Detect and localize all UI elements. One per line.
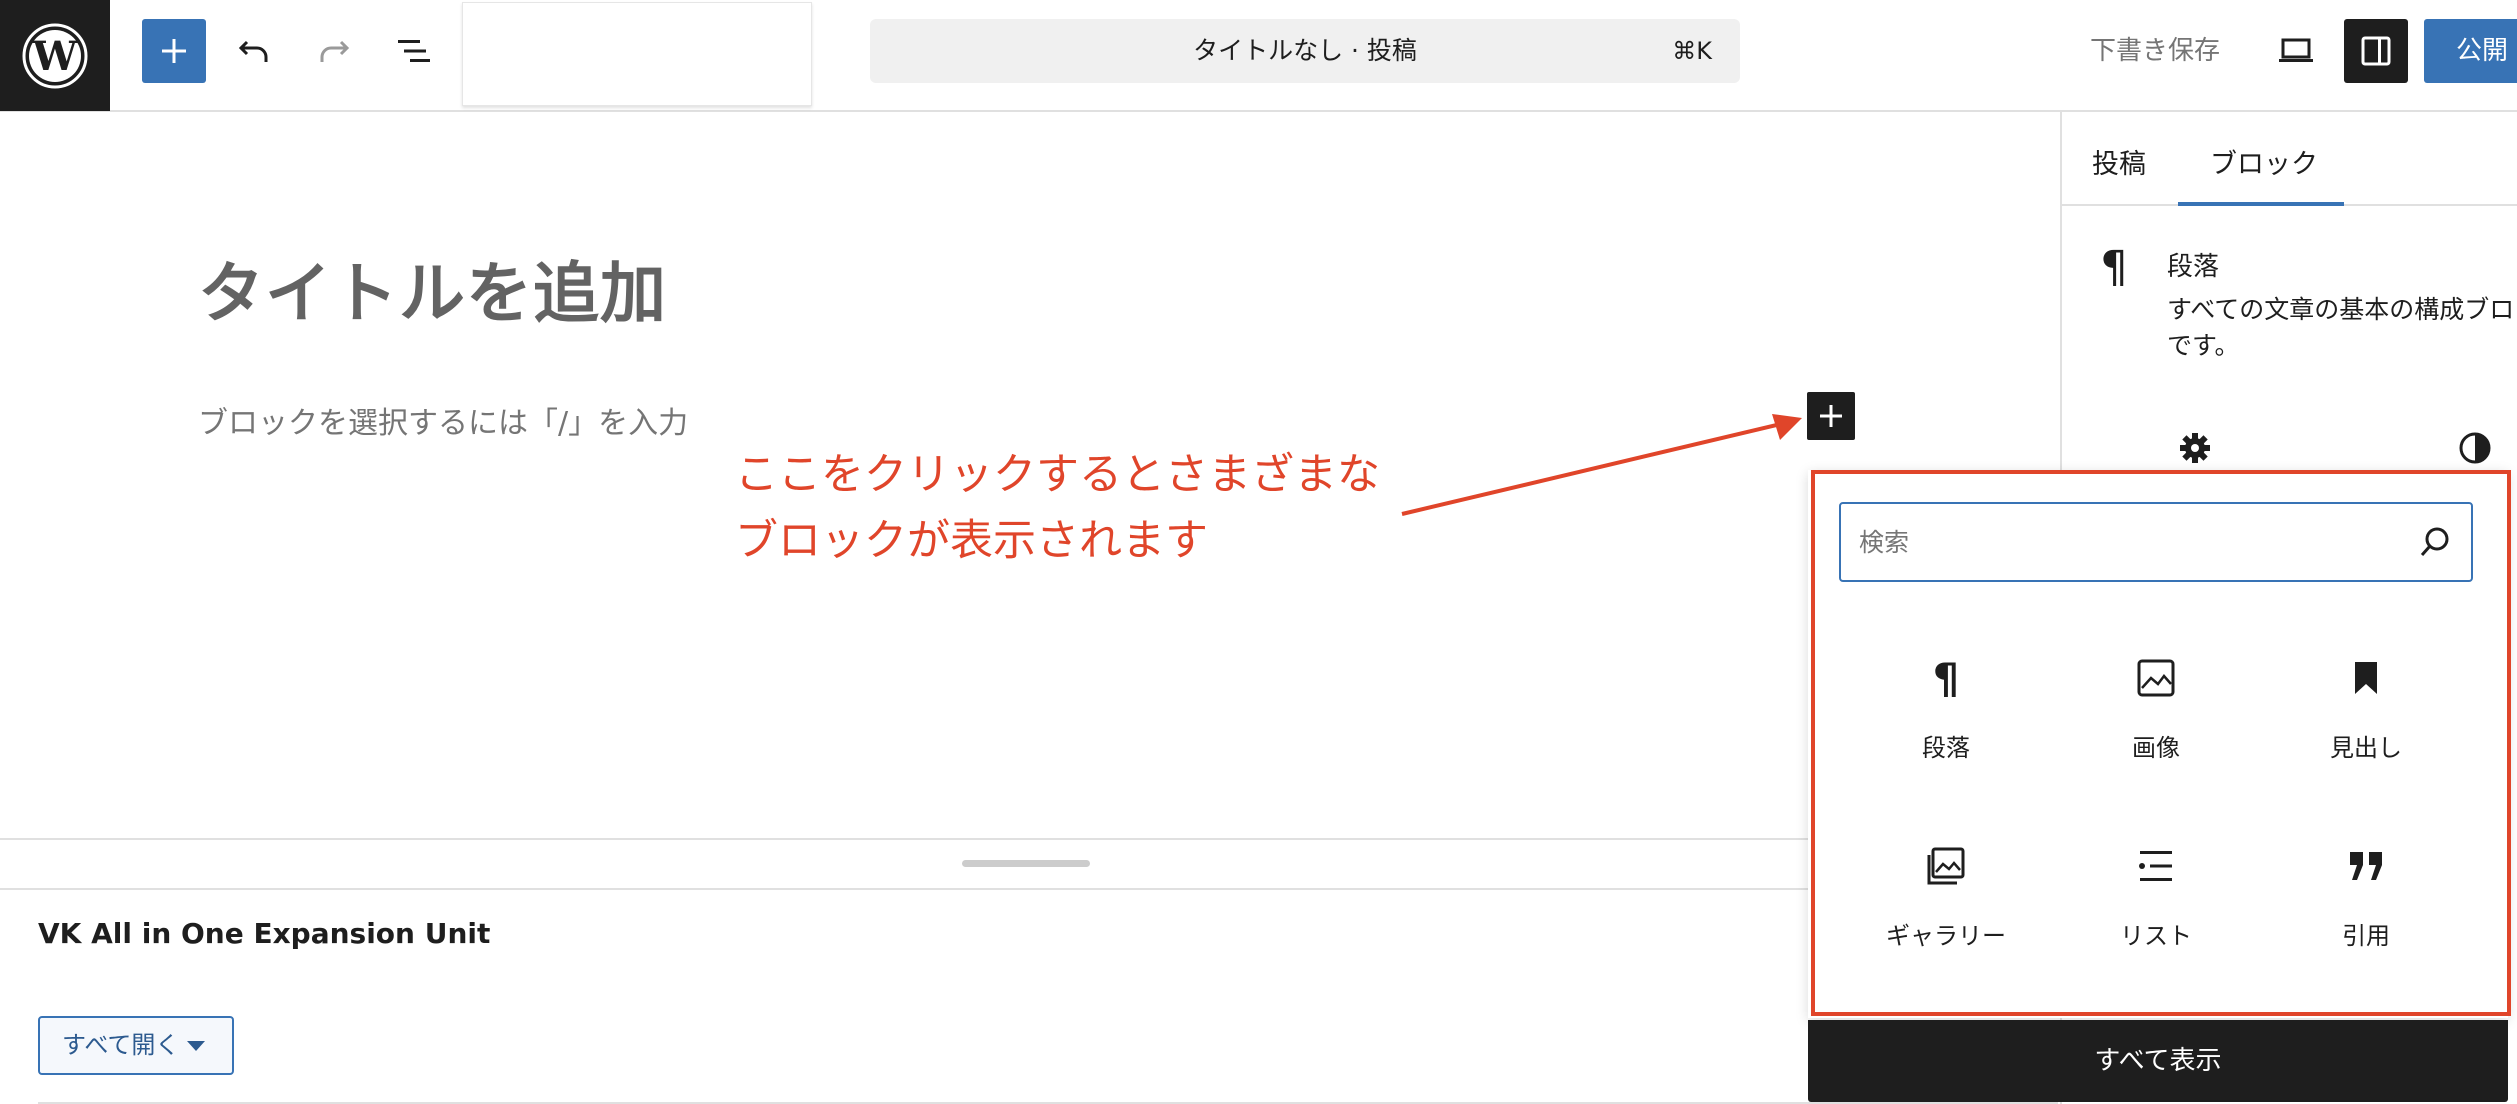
plus-icon xyxy=(162,39,186,63)
annotation-line-1: ここをクリックするとさまざまな xyxy=(735,450,1380,500)
toolbar-blank-panel xyxy=(462,2,812,106)
caret-down-icon xyxy=(187,1041,206,1051)
tab-post[interactable]: 投稿 xyxy=(2092,142,2146,181)
wordpress-logo[interactable]: W xyxy=(0,0,110,111)
plus-icon xyxy=(1820,405,1842,427)
settings-sidebar-toggle[interactable] xyxy=(2344,19,2408,83)
publish-button[interactable]: 公開 xyxy=(2424,19,2517,83)
block-inserter-button[interactable] xyxy=(142,19,206,83)
expand-all-label: すべて開く xyxy=(62,1031,180,1059)
redo-icon xyxy=(320,40,350,62)
document-title[interactable]: タイトルなし · 投稿 xyxy=(870,19,1740,83)
desktop-preview-icon xyxy=(2279,38,2313,62)
undo-button[interactable] xyxy=(222,19,286,83)
post-title-input[interactable]: タイトルを追加 xyxy=(198,240,667,336)
document-overview-button[interactable] xyxy=(382,19,446,83)
preview-button[interactable] xyxy=(2264,19,2328,83)
block-card-description-line-1: すべての文章の基本の構成ブロ xyxy=(2167,295,2515,324)
sidebar-settings-icon xyxy=(2361,36,2391,66)
svg-text:W: W xyxy=(32,33,79,80)
wordpress-icon: W xyxy=(22,23,88,88)
annotation-line-2: ブロックが表示されます xyxy=(735,516,1208,566)
styles-contrast-icon[interactable] xyxy=(2457,430,2493,466)
metabox-title: VK All in One Expansion Unit xyxy=(38,917,491,950)
document-bar[interactable]: タイトルなし · 投稿 ⌘K xyxy=(870,19,1740,83)
annotation-callout: ここをクリックするとさまざまな ブロックが表示されます xyxy=(735,442,1380,574)
sidebar-tabs: 投稿 ブロック xyxy=(2062,112,2517,206)
block-placeholder[interactable]: ブロックを選択するには「/」を入力 xyxy=(198,398,688,442)
block-card-description-line-2: です。 xyxy=(2167,331,2240,360)
metabox-resize-handle[interactable] xyxy=(962,860,1090,867)
block-card-name: 段落 xyxy=(2167,252,2220,282)
annotation-arrow xyxy=(1401,414,1802,516)
metabox-divider xyxy=(0,888,2060,890)
list-view-icon xyxy=(398,40,430,62)
active-tab-indicator xyxy=(2178,202,2344,206)
gear-icon[interactable] xyxy=(2177,430,2213,466)
annotation-highlight-box xyxy=(1811,470,2511,1016)
top-toolbar: W タイトルなし · 投稿 ⌘K 下書き保存 公開 xyxy=(0,0,2517,112)
block-card-description: すべての文章の基本の構成ブロ です。 xyxy=(2167,292,2517,364)
command-palette-shortcut: ⌘K xyxy=(1672,37,1712,65)
editor-divider xyxy=(0,838,2060,840)
expand-all-button[interactable]: すべて開く xyxy=(38,1016,234,1075)
redo-button[interactable] xyxy=(302,19,366,83)
browse-all-button[interactable]: すべて表示 xyxy=(1808,1020,2508,1102)
paragraph-icon: ¶ xyxy=(2100,242,2128,293)
undo-icon xyxy=(238,40,268,62)
save-draft-button[interactable]: 下書き保存 xyxy=(2090,30,2220,67)
tab-block[interactable]: ブロック xyxy=(2210,142,2318,181)
